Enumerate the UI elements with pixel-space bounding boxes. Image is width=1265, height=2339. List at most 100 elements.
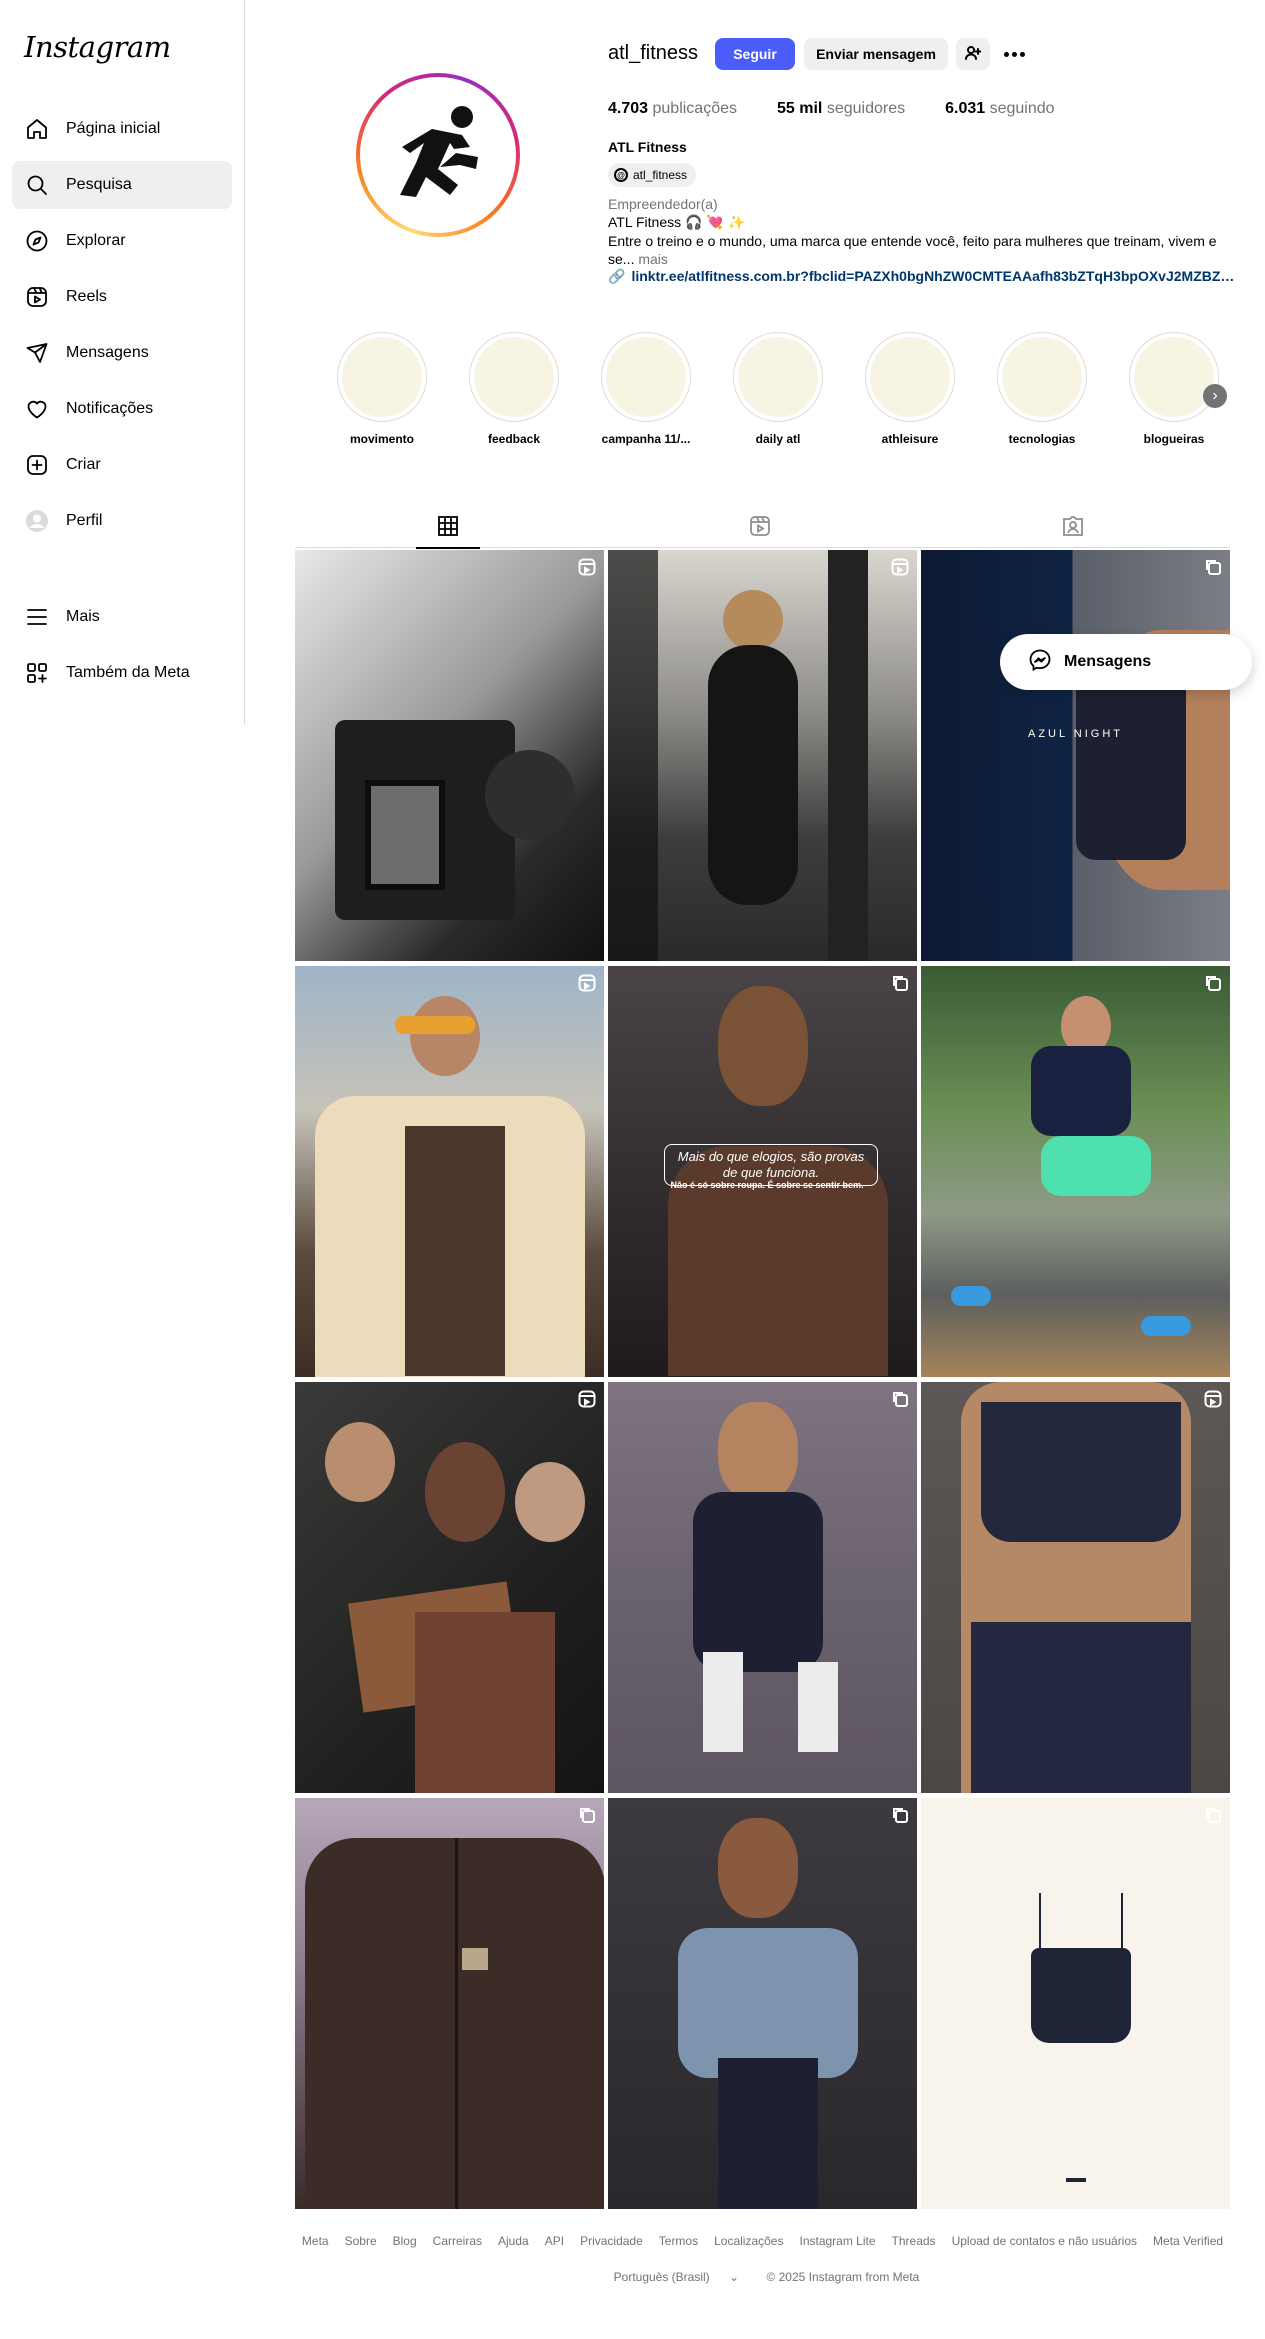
atl-logo-icon	[366, 83, 510, 227]
messenger-icon	[1028, 648, 1052, 677]
profile-full-name: ATL Fitness	[608, 139, 687, 155]
sidebar-item-also-from-meta[interactable]: Também da Meta	[12, 649, 232, 697]
heart-icon	[24, 396, 50, 422]
footer-link[interactable]: Meta Verified	[1153, 2234, 1223, 2248]
profile-link[interactable]: 🔗 linktr.ee/atlfitness.com.br?fbclid=PAZX…	[608, 268, 1238, 285]
reel-icon	[578, 558, 596, 576]
footer-link[interactable]: Instagram Lite	[799, 2234, 875, 2248]
home-icon	[24, 116, 50, 142]
bio-line: ATL Fitness 🎧 💘 ✨	[608, 214, 746, 230]
sidebar-item-profile[interactable]: Perfil	[12, 497, 232, 545]
reel-icon	[578, 974, 596, 992]
footer-link[interactable]: Termos	[659, 2234, 698, 2248]
post-thumbnail[interactable]	[921, 1382, 1230, 1793]
language-label: Português (Brasil)	[613, 2270, 710, 2284]
followers-count[interactable]: 55 mil seguidores	[777, 100, 905, 118]
dot-icon	[1019, 51, 1025, 57]
highlight-cover	[601, 332, 691, 422]
following-count-value: 6.031	[945, 100, 986, 117]
footer-link[interactable]: Localizações	[714, 2234, 783, 2248]
highlight-label: athleisure	[881, 432, 939, 446]
carousel-icon	[1204, 974, 1222, 992]
chevron-down-icon: ⌄	[729, 2270, 740, 2284]
highlight-label: feedback	[487, 432, 541, 446]
post-thumbnail[interactable]	[608, 1382, 917, 1793]
carousel-icon	[891, 1390, 909, 1408]
highlight-item[interactable]: campanha 11/...	[596, 332, 696, 446]
highlight-item[interactable]: athleisure	[860, 332, 960, 446]
footer-link[interactable]: API	[545, 2234, 564, 2248]
sidebar-item-label: Página inicial	[66, 120, 161, 137]
avatar-border	[360, 77, 516, 233]
sidebar-item-label: Perfil	[66, 512, 103, 529]
post-thumbnail[interactable]: Mais do que elogios, são provas de que f…	[608, 966, 917, 1377]
sidebar-item-label: Pesquisa	[66, 176, 132, 193]
highlight-item[interactable]: movimento	[332, 332, 432, 446]
avatar-icon	[24, 508, 50, 534]
highlight-item[interactable]: feedback	[464, 332, 564, 446]
post-thumbnail[interactable]	[921, 966, 1230, 1377]
post-thumbnail[interactable]	[921, 1798, 1230, 2209]
highlight-cover	[469, 332, 559, 422]
footer-link[interactable]: Privacidade	[580, 2234, 643, 2248]
sidebar-item-search[interactable]: Pesquisa	[12, 161, 232, 209]
sidebar-item-label: Mais	[66, 608, 100, 625]
compass-icon	[24, 228, 50, 254]
footer-link[interactable]: Blog	[393, 2234, 417, 2248]
threads-badge[interactable]: @ atl_fitness	[608, 163, 697, 187]
post-thumbnail[interactable]	[295, 1382, 604, 1793]
profile-link-text: linktr.ee/atlfitness.com.br?fbclid=PAZXh…	[631, 268, 1238, 284]
instagram-logo[interactable]: Instagram	[24, 30, 171, 64]
send-message-button[interactable]: Enviar mensagem	[804, 38, 948, 70]
post-thumbnail[interactable]	[295, 1798, 604, 2209]
highlight-item[interactable]: daily atl	[728, 332, 828, 446]
sidebar-item-label: Mensagens	[66, 344, 149, 361]
post-thumbnail[interactable]	[608, 1798, 917, 2209]
post-thumbnail[interactable]	[295, 966, 604, 1377]
highlight-cover	[1129, 332, 1219, 422]
footer-link[interactable]: Sobre	[345, 2234, 377, 2248]
suggested-accounts-button[interactable]	[956, 38, 990, 70]
posts-count-value: 4.703	[608, 100, 649, 117]
footer-link[interactable]: Carreiras	[433, 2234, 482, 2248]
footer-link[interactable]: Threads	[892, 2234, 936, 2248]
following-count[interactable]: 6.031 seguindo	[945, 100, 1054, 118]
tab-tagged[interactable]	[1041, 508, 1105, 548]
post-overlay-subtext: Não é só sobre roupa. É sobre se sentir …	[670, 1180, 864, 1190]
menu-icon	[24, 604, 50, 630]
sidebar-item-more[interactable]: Mais	[12, 593, 232, 641]
carousel-icon	[1204, 1806, 1222, 1824]
sidebar-item-home[interactable]: Página inicial	[12, 105, 232, 153]
sidebar-item-label: Notificações	[66, 400, 154, 417]
carousel-icon	[1204, 558, 1222, 576]
plus-square-icon	[24, 452, 50, 478]
post-thumbnail[interactable]	[295, 550, 604, 961]
sidebar-item-notifications[interactable]: Notificações	[12, 385, 232, 433]
chevron-right-icon[interactable]: ›	[1203, 384, 1227, 408]
options-button[interactable]	[1000, 42, 1028, 66]
follow-button[interactable]: Seguir	[715, 38, 795, 70]
sidebar-item-messages[interactable]: Mensagens	[12, 329, 232, 377]
sidebar-item-reels[interactable]: Reels	[12, 273, 232, 321]
sidebar-item-explore[interactable]: Explorar	[12, 217, 232, 265]
post-thumbnail[interactable]: AZUL NIGHT	[921, 550, 1230, 961]
tab-reels[interactable]	[728, 508, 792, 548]
messages-floating-button[interactable]: Mensagens	[1000, 634, 1252, 690]
threads-icon: @	[614, 168, 628, 182]
post-thumbnail[interactable]	[608, 550, 917, 961]
footer-link[interactable]: Upload de contatos e não usuários	[952, 2234, 1137, 2248]
footer-link[interactable]: Meta	[302, 2234, 329, 2248]
copyright: © 2025 Instagram from Meta	[766, 2270, 920, 2284]
tab-posts[interactable]	[416, 508, 480, 549]
reels-icon	[749, 515, 771, 542]
profile-username: atl_fitness	[608, 42, 699, 64]
bio-more-link[interactable]: mais	[634, 251, 668, 267]
sidebar-item-create[interactable]: Criar	[12, 441, 232, 489]
highlight-label: movimento	[349, 432, 414, 446]
language-selector[interactable]: Português (Brasil) ⌄	[606, 2270, 747, 2284]
highlight-item[interactable]: tecnologias	[992, 332, 1092, 446]
profile-avatar[interactable]	[356, 73, 520, 237]
sidebar-item-label: Reels	[66, 288, 107, 305]
link-icon: 🔗	[608, 268, 626, 284]
footer-link[interactable]: Ajuda	[498, 2234, 529, 2248]
